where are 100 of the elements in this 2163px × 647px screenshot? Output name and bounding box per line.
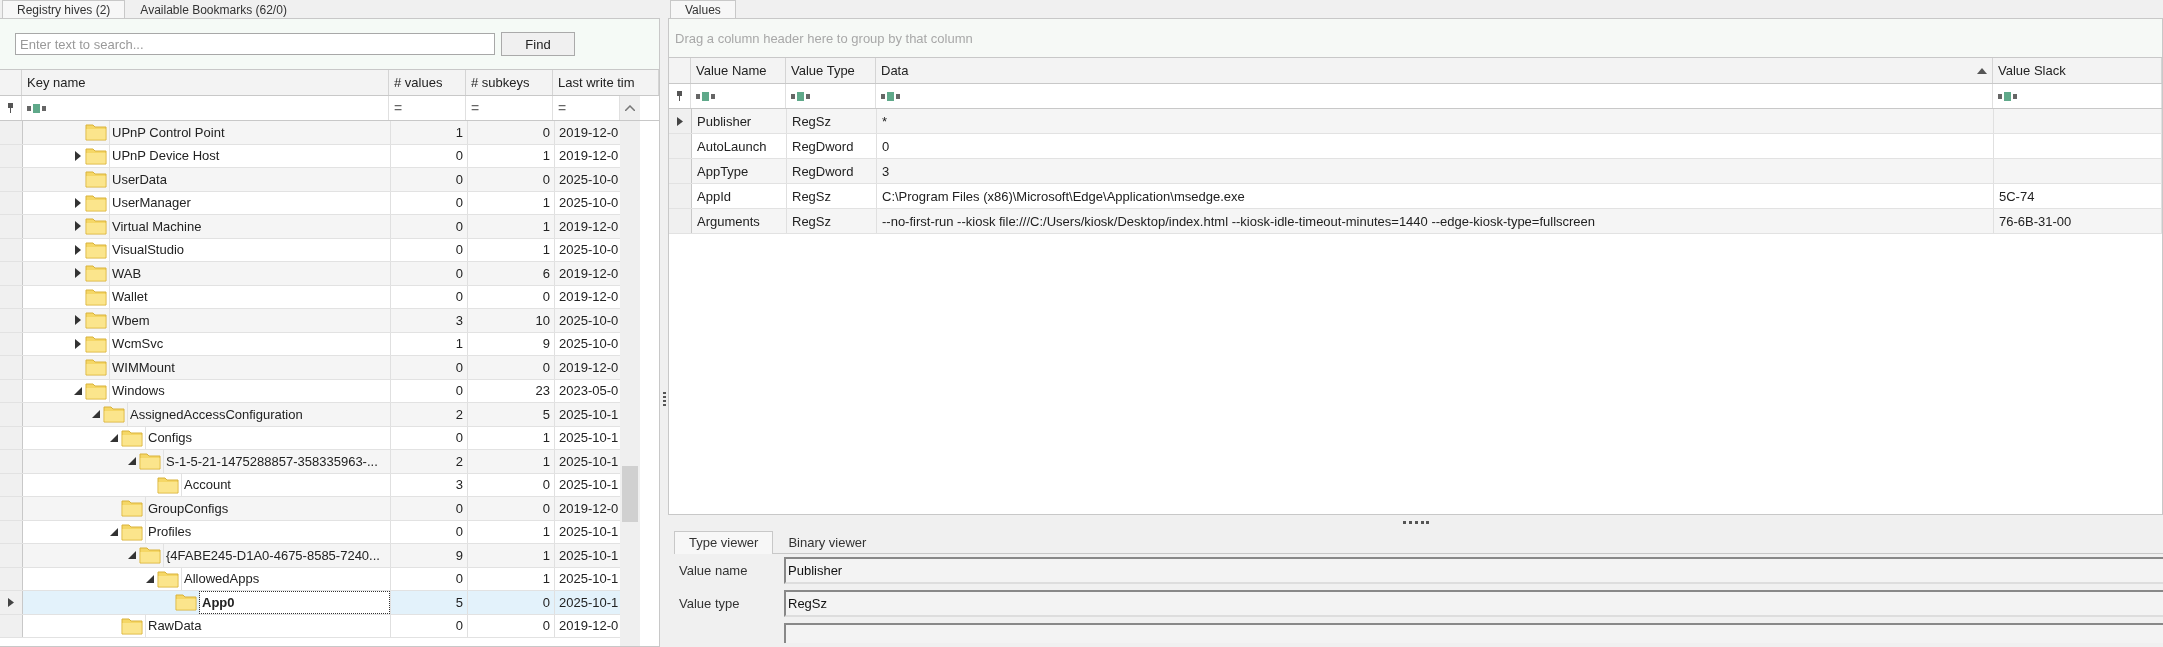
- table-cell: 76-6B-31-00: [1999, 213, 2072, 229]
- pin-icon: [676, 91, 683, 101]
- folder-icon: [85, 240, 107, 259]
- table-cell: RegSz: [787, 109, 877, 133]
- table-cell: C:\Program Files (x86)\Microsoft\Edge\Application\msedge.exe: [877, 184, 1994, 208]
- table-cell-text: 2019-12-0: [558, 217, 620, 236]
- scrollbar[interactable]: [620, 121, 640, 646]
- column-header[interactable]: Key name: [22, 70, 389, 95]
- table-cell: 0: [391, 215, 468, 238]
- table-cell: Arguments: [692, 209, 787, 233]
- row-indicator[interactable]: [0, 591, 23, 614]
- panel-tab[interactable]: Available Bookmarks (62/0): [125, 0, 302, 18]
- table-cell-text: 2025-10-0: [558, 170, 620, 189]
- table-cell: 5: [391, 591, 468, 614]
- filter-operator[interactable]: =: [389, 96, 466, 120]
- folder-icon: [139, 546, 161, 565]
- panel-tab[interactable]: Values: [670, 0, 736, 18]
- table-cell: 3: [391, 473, 468, 496]
- column-header[interactable]: # subkeys: [466, 70, 553, 95]
- expand-arrow-icon[interactable]: [75, 197, 81, 208]
- table-cell: 23: [468, 379, 555, 402]
- collapse-arrow-icon[interactable]: [128, 457, 136, 466]
- expand-arrow-icon[interactable]: [75, 338, 81, 349]
- scroll-thumb[interactable]: [622, 466, 638, 522]
- table-cell: 0: [391, 497, 468, 520]
- filter-icon: [696, 91, 716, 101]
- table-cell: 9: [468, 332, 555, 355]
- table-cell: 1: [391, 332, 468, 355]
- expand-arrow-icon[interactable]: [75, 244, 81, 255]
- folder-icon: [85, 311, 107, 330]
- table-cell: RegDword: [787, 159, 877, 183]
- table-cell: --no-first-run --kiosk file:///C:/Users/kiosk/Desktop/index.html --kiosk-idle-timeout-minutes=1440 --edge-kiosk-type=fullscreen: [877, 209, 1994, 233]
- table-cell-text: 2019-12-0: [558, 147, 620, 166]
- folder-icon: [85, 334, 107, 353]
- filter-icon: [881, 91, 901, 101]
- table-cell: 0: [391, 285, 468, 308]
- value-field[interactable]: RegSz: [784, 590, 2163, 617]
- column-header[interactable]: Value Slack: [1993, 58, 2162, 83]
- key-name[interactable]: App0: [199, 591, 390, 614]
- column-header[interactable]: Value Type: [786, 58, 876, 83]
- collapse-arrow-icon[interactable]: [110, 433, 118, 442]
- table-cell: 0: [391, 238, 468, 261]
- folder-icon: [103, 405, 125, 424]
- find-button[interactable]: Find: [501, 32, 575, 56]
- table-cell: 0: [468, 168, 555, 191]
- collapse-arrow-icon[interactable]: [146, 574, 154, 583]
- column-header[interactable]: Data: [876, 58, 1993, 83]
- table-cell: 3: [877, 159, 1994, 183]
- table-cell: 0: [391, 168, 468, 191]
- collapse-arrow-icon[interactable]: [110, 527, 118, 536]
- folder-icon: [121, 499, 143, 518]
- collapse-arrow-icon[interactable]: [92, 410, 100, 419]
- table-cell-text: 2019-12-0: [558, 288, 620, 307]
- folder-icon: [121, 428, 143, 447]
- table-cell: AppId: [692, 184, 787, 208]
- folder-icon: [157, 569, 179, 588]
- column-header[interactable]: Last write tim: [553, 70, 659, 95]
- table-cell: 1: [468, 450, 555, 473]
- table-cell-text: 2025-10-1: [558, 570, 620, 589]
- table-cell: 0: [391, 262, 468, 285]
- row-indicator[interactable]: [669, 109, 692, 133]
- collapse-arrow-icon[interactable]: [128, 551, 136, 560]
- table-cell-text: 2025-10-0: [558, 335, 620, 354]
- table-cell: Publisher: [692, 109, 787, 133]
- table-cell: RegSz: [787, 209, 877, 233]
- caret-icon: [625, 105, 635, 111]
- expand-arrow-icon[interactable]: [75, 315, 81, 326]
- table-cell: 1: [468, 544, 555, 567]
- table-cell: 9: [391, 544, 468, 567]
- collapse-arrow-icon[interactable]: [74, 386, 82, 395]
- table-cell: 0: [468, 591, 555, 614]
- panel-tab[interactable]: Registry hives (2): [2, 0, 126, 18]
- table-cell: 0: [391, 520, 468, 543]
- scroll-up-button[interactable]: [620, 96, 640, 120]
- search-field[interactable]: Enter text to search...: [15, 33, 495, 55]
- table-cell: 0: [391, 567, 468, 590]
- grip-icon[interactable]: [1402, 520, 1429, 524]
- table-cell-text: 2019-12-0: [558, 264, 620, 283]
- table-cell: *: [877, 109, 1994, 133]
- table-cell: 1: [468, 567, 555, 590]
- grip-icon[interactable]: [662, 391, 666, 406]
- folder-icon: [85, 123, 107, 142]
- expand-arrow-icon[interactable]: [75, 150, 81, 161]
- table-cell-text: 2019-12-0: [558, 617, 620, 636]
- table-cell-text: 2025-10-1: [558, 593, 620, 612]
- table-cell: 5C-74: [1999, 188, 2035, 204]
- table-cell: AutoLaunch: [692, 134, 787, 158]
- column-header[interactable]: Value Name: [691, 58, 786, 83]
- filter-operator[interactable]: =: [466, 96, 553, 120]
- folder-icon: [157, 475, 179, 494]
- table-cell-text: 2019-12-0: [558, 123, 620, 142]
- expand-arrow-icon[interactable]: [75, 268, 81, 279]
- column-header[interactable]: # values: [389, 70, 466, 95]
- viewer-tab[interactable]: Binary viewer: [773, 531, 882, 553]
- viewer-tab[interactable]: Type viewer: [674, 531, 774, 554]
- table-cell: RegDword: [787, 134, 877, 158]
- value-field[interactable]: Publisher: [784, 557, 2163, 584]
- expand-arrow-icon[interactable]: [75, 221, 81, 232]
- table-cell-text: 2025-10-1: [558, 429, 620, 448]
- table-cell: 5: [468, 403, 555, 426]
